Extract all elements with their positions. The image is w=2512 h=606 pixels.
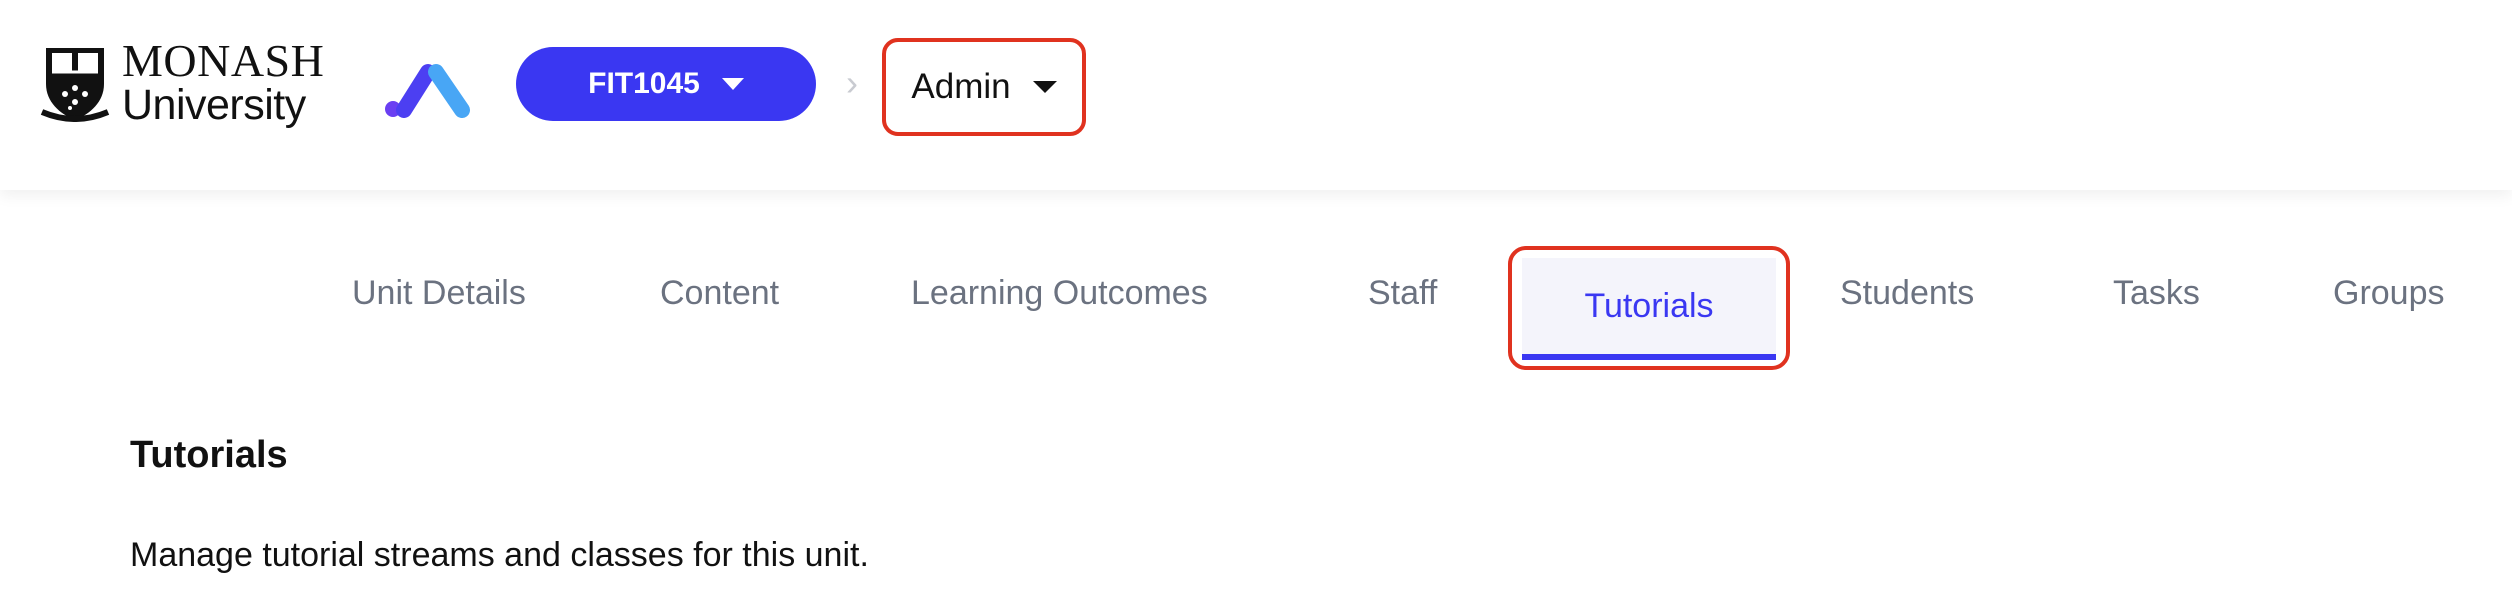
app-logo-icon[interactable] xyxy=(384,60,480,118)
tab-unit-details[interactable]: Unit Details xyxy=(352,274,526,313)
role-selector-label: Admin xyxy=(911,67,1011,106)
monash-university-logo[interactable]: MONASH University xyxy=(122,38,324,127)
tab-students[interactable]: Students xyxy=(1840,274,1974,313)
tab-tasks[interactable]: Tasks xyxy=(2113,274,2200,313)
caret-down-icon xyxy=(1032,81,1057,93)
page-description: Manage tutorial streams and classes for … xyxy=(130,536,869,574)
admin-tabs: Unit Details Content Learning Outcomes S… xyxy=(0,190,2512,380)
tab-content[interactable]: Content xyxy=(660,274,779,313)
logo-line-1: MONASH xyxy=(122,35,325,86)
breadcrumb-separator-icon: › xyxy=(846,62,858,103)
tab-staff[interactable]: Staff xyxy=(1368,274,1437,313)
top-header: MONASH University FIT1045 › Admin xyxy=(0,0,2512,190)
unit-selector-button[interactable]: FIT1045 xyxy=(516,47,816,121)
caret-down-icon xyxy=(721,78,744,90)
tab-groups[interactable]: Groups xyxy=(2333,274,2445,313)
logo-line-2: University xyxy=(122,81,306,129)
tab-learning-outcomes[interactable]: Learning Outcomes xyxy=(911,274,1208,313)
tab-tutorials[interactable]: Tutorials xyxy=(1522,258,1776,360)
monash-crest-icon xyxy=(40,48,110,122)
role-selector-dropdown[interactable]: Admin xyxy=(882,38,1086,136)
tab-tutorials-label: Tutorials xyxy=(1584,286,1714,325)
page-title: Tutorials xyxy=(130,434,288,476)
tab-tutorials-highlight: Tutorials xyxy=(1508,246,1790,370)
unit-selector-label: FIT1045 xyxy=(588,67,700,100)
